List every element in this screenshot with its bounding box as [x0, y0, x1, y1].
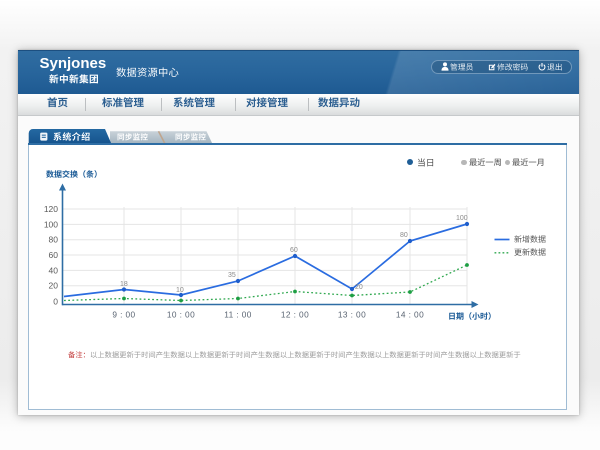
svg-text:10 : 00: 10 : 00: [167, 310, 195, 320]
svg-text:120: 120: [44, 204, 58, 214]
svg-text:100: 100: [44, 219, 58, 229]
svg-text:20: 20: [49, 281, 59, 291]
svg-text:13 : 00: 13 : 00: [338, 310, 366, 320]
svg-text:60: 60: [49, 250, 59, 260]
svg-text:60: 60: [290, 247, 298, 254]
svg-text:12 : 00: 12 : 00: [281, 310, 309, 320]
svg-text:35: 35: [228, 272, 236, 279]
svg-text:40: 40: [49, 265, 59, 275]
svg-text:80: 80: [400, 232, 408, 239]
svg-text:0: 0: [53, 296, 58, 306]
svg-text:100: 100: [456, 215, 468, 222]
svg-text:14 : 00: 14 : 00: [396, 310, 424, 320]
svg-text:11 : 00: 11 : 00: [224, 310, 252, 320]
svg-text:20: 20: [355, 284, 363, 291]
svg-text:10: 10: [176, 287, 184, 294]
svg-text:18: 18: [120, 281, 128, 288]
svg-text:9 : 00: 9 : 00: [112, 310, 135, 320]
svg-text:80: 80: [49, 235, 59, 245]
